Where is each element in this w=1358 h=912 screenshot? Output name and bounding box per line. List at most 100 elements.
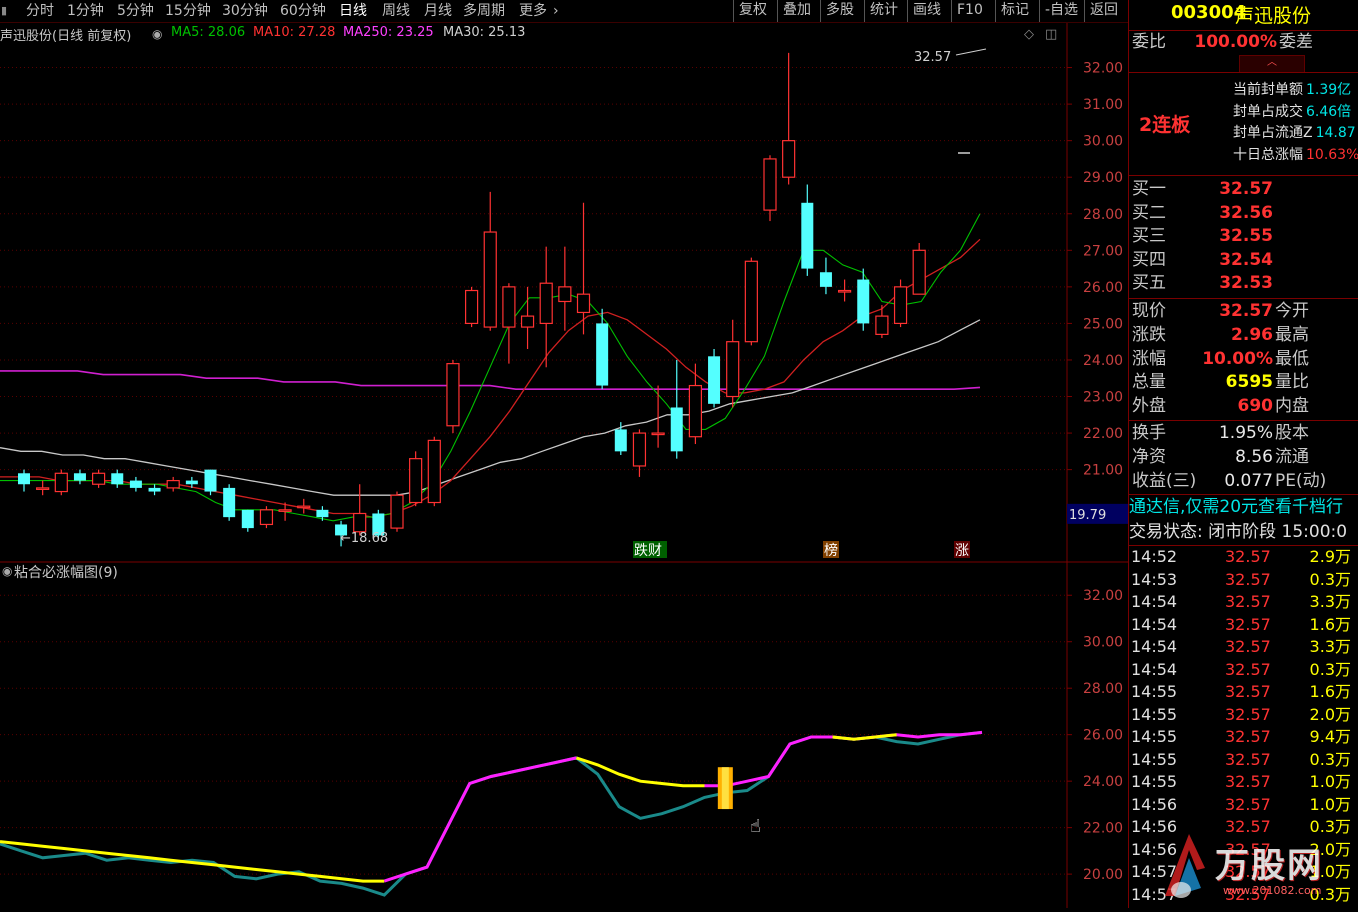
quote-label: 现价 [1132, 301, 1166, 321]
candle-body-up [744, 260, 758, 343]
candle-body-down [708, 356, 721, 404]
quote2-label: 净资 [1132, 446, 1166, 467]
tab-2[interactable]: 5分钟 [117, 1, 154, 21]
event-marker-label[interactable]: 跌财 [634, 543, 662, 559]
seal-info-row: 封单占流通Z 14.87 [1233, 123, 1358, 144]
candle-body-up [91, 472, 106, 485]
indicator-canvas[interactable]: 32.00 30.00 28.00 26.00 24.00 22.00 20.00 ☝ [0, 562, 1128, 908]
tick-price: 32.57 [1225, 547, 1271, 566]
tick-row: 14:52 32.57 2.9万 [1129, 546, 1358, 568]
quote-value: 690 [1237, 396, 1274, 417]
tab-7[interactable]: 周线 [382, 1, 410, 21]
candle-body-down [801, 202, 814, 269]
kline-canvas[interactable]: 32.00 31.00 30.00 29.00 28.00 27.00 26.00 25.00… [0, 23, 1128, 563]
quote2-label-2: 股本 [1275, 423, 1309, 443]
tab-3[interactable]: 15分钟 [165, 1, 211, 21]
toolbar-button-4[interactable]: 画线 [907, 0, 946, 22]
bid-row[interactable]: 买四 32.54 [1129, 249, 1358, 272]
toolbar-button-7[interactable]: -自选 [1039, 0, 1083, 22]
current-price-label: 19.79 [1069, 508, 1106, 523]
candle-body-up [409, 458, 423, 504]
quote2-row: 净资 8.56 流通 [1129, 446, 1358, 469]
tick-volume: 1.0万 [1309, 772, 1351, 791]
candle-body-up [688, 384, 703, 438]
candle-body-up [166, 479, 180, 489]
quote2-row: 换手 1.95% 股本 [1129, 422, 1358, 445]
seal-info-label: 封单占成交 [1233, 103, 1303, 120]
y-axis-label: 32.00 [1083, 61, 1123, 77]
event-marker-label[interactable]: 涨 [955, 543, 969, 559]
promo-banner[interactable]: 通达信,仅需20元查看千档行 [1129, 495, 1358, 519]
diamond-icon[interactable]: ◇ [1024, 27, 1034, 42]
bid-row[interactable]: 买三 32.55 [1129, 225, 1358, 248]
candle-body-down [857, 279, 870, 324]
toolbar-button-1[interactable]: 叠加 [777, 0, 816, 22]
candle-body-down [185, 480, 198, 485]
quote-value: 2.96 [1231, 324, 1273, 345]
chevron-up-icon: ︿ [1267, 57, 1277, 68]
candle-body-down [316, 509, 329, 518]
bid-label: 买五 [1132, 273, 1166, 293]
seal-info-value: 6.46倍 [1306, 103, 1352, 120]
tab-5[interactable]: 60分钟 [280, 1, 326, 21]
tick-volume: 3.3万 [1309, 637, 1351, 656]
bid-label: 买三 [1132, 226, 1166, 246]
toolbar-button-6[interactable]: 标记 [995, 0, 1034, 22]
quote2-value: 1.95% [1218, 423, 1273, 443]
tick-time: 14:52 [1131, 547, 1178, 566]
tick-time: 14:54 [1131, 659, 1178, 679]
tab-0[interactable]: 分时 [26, 1, 54, 21]
indicator-settings-icon[interactable]: ◉ [2, 564, 12, 578]
bid-price: 32.56 [1219, 202, 1273, 223]
tab-10[interactable]: 更多 [519, 1, 547, 21]
more-chevron-icon[interactable]: › [553, 1, 559, 21]
tick-row: 14:54 32.57 3.3万 [1129, 591, 1358, 613]
chart-settings-icon[interactable]: ◉ [152, 27, 162, 41]
tab-6[interactable]: 日线 [339, 1, 367, 21]
seal-info-row: 当前封单额 1.39亿 [1233, 80, 1358, 101]
tab-4[interactable]: 30分钟 [222, 1, 268, 21]
tick-volume: 3.3万 [1309, 592, 1351, 611]
y-axis-label: 23.00 [1083, 390, 1123, 406]
main-kline-chart[interactable]: 32.00 31.00 30.00 29.00 28.00 27.00 26.00 25.00… [0, 23, 1128, 563]
event-marker-label[interactable]: 榜 [824, 542, 838, 559]
candle-body-down [614, 429, 627, 452]
tab-8[interactable]: 月线 [424, 1, 452, 21]
indicator-chart[interactable]: 32.00 30.00 28.00 26.00 24.00 22.00 20.00 ☝ [0, 562, 1128, 908]
toolbar-handle-icon[interactable]: ▮ [1, 1, 7, 21]
bid-row[interactable]: 买五 32.53 [1129, 272, 1358, 295]
candle-body-up [259, 509, 274, 526]
yellow-line [0, 840, 385, 883]
candle-body-up [632, 432, 647, 467]
y-axis-label: 26.00 [1083, 280, 1123, 296]
tick-row: 14:54 32.57 1.6万 [1129, 614, 1358, 636]
tick-volume: 2.0万 [1309, 704, 1351, 724]
low-price-label: ←18.68 [340, 531, 388, 546]
tick-price: 32.57 [1225, 569, 1271, 589]
bid-row[interactable]: 买二 32.56 [1129, 202, 1358, 225]
tick-time: 14:54 [1131, 614, 1178, 634]
seal-info-label: 十日总涨幅 [1233, 146, 1303, 163]
bid-price: 32.57 [1219, 179, 1273, 199]
sub-y-axis-label: 26.00 [1083, 728, 1123, 744]
toolbar-button-2[interactable]: 多股 [820, 0, 859, 22]
tick-time: 14:54 [1131, 592, 1178, 611]
tab-9[interactable]: 多周期 [463, 1, 505, 21]
tab-1[interactable]: 1分钟 [67, 1, 104, 21]
bid-row[interactable]: 买一 32.57 [1129, 178, 1358, 201]
tick-price: 32.57 [1225, 772, 1271, 791]
candle-body-up [297, 505, 311, 509]
seal-info-row: 十日总涨幅 10.63% [1233, 145, 1358, 166]
tick-price: 32.57 [1225, 704, 1271, 724]
toolbar-button-5[interactable]: F10 [951, 0, 988, 22]
toolbar-button-3[interactable]: 统计 [864, 0, 903, 22]
indicator-title: 粘合必涨幅图(9) [14, 565, 118, 581]
window-icon[interactable]: ◫ [1045, 27, 1057, 42]
candle-body-up [502, 286, 516, 328]
candle-body-up [726, 341, 740, 398]
tick-price: 32.57 [1225, 749, 1271, 769]
toolbar-button-0[interactable]: 复权 [733, 0, 772, 22]
sub-y-axis-label: 28.00 [1083, 681, 1123, 697]
collapse-button[interactable]: ︿ [1239, 55, 1305, 73]
toolbar-button-8[interactable]: 返回 [1084, 0, 1123, 22]
